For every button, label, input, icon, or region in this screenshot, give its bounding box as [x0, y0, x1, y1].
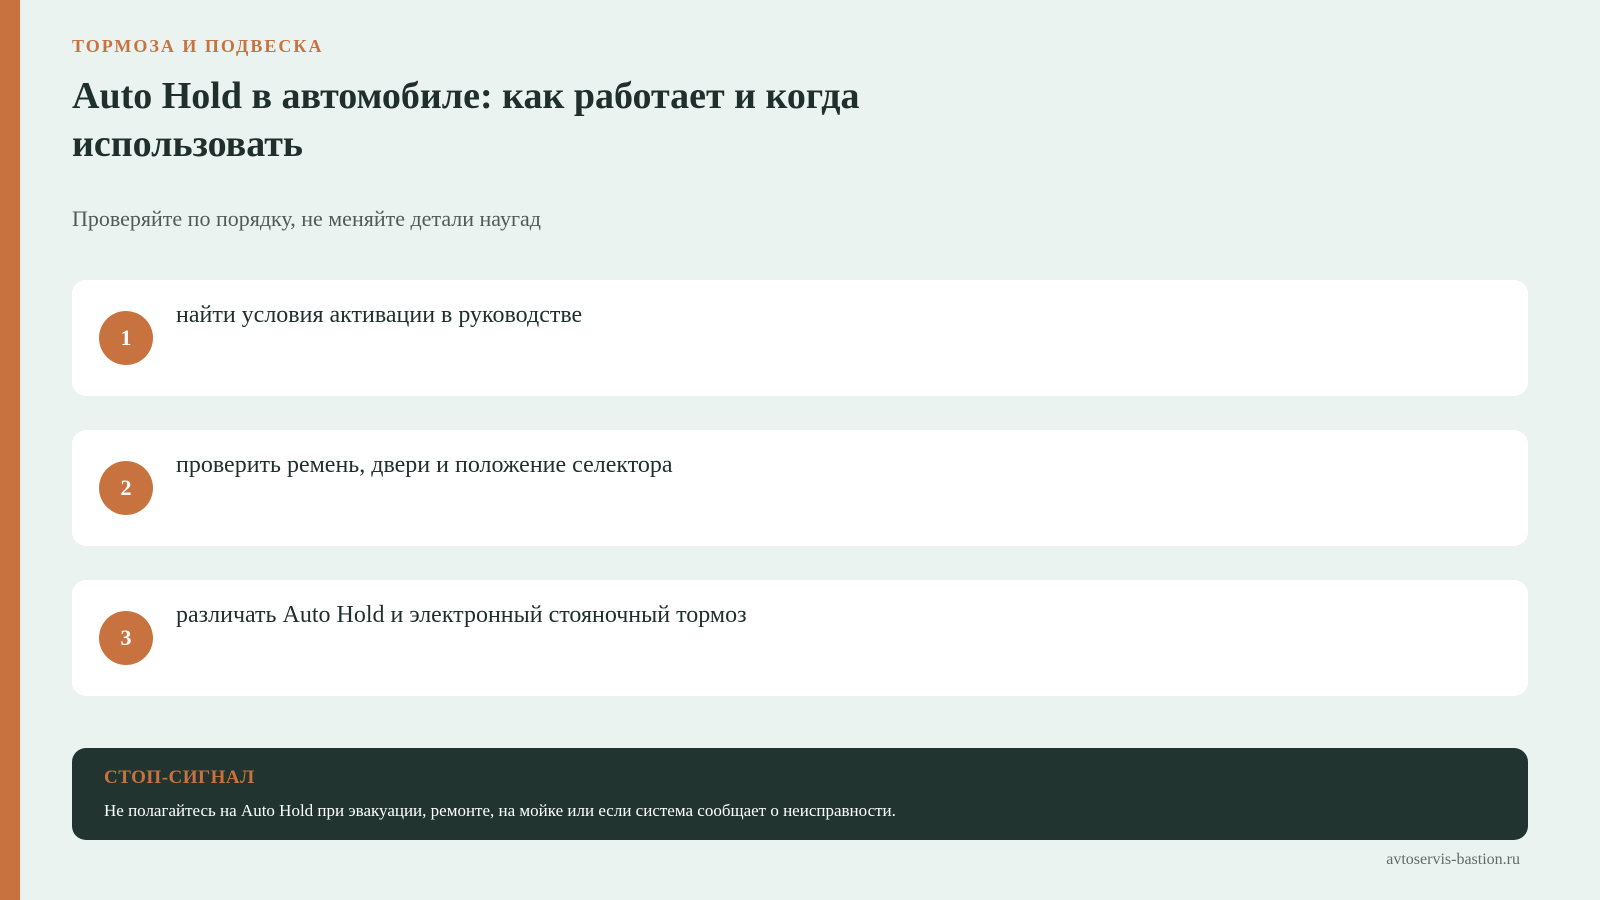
warning-panel: СТОП-СИГНАЛ Не полагайтесь на Auto Hold …: [72, 748, 1528, 840]
step-card-2: 2 проверить ремень, двери и положение се…: [72, 430, 1528, 546]
step-text: найти условия активации в руководстве: [176, 302, 583, 328]
step-text: проверить ремень, двери и положение селе…: [176, 452, 673, 478]
step-text: различать Auto Hold и электронный стояно…: [176, 602, 747, 628]
step-number-badge: 1: [99, 311, 153, 365]
step-number-badge: 3: [99, 611, 153, 665]
category-label: ТОРМОЗА И ПОДВЕСКА: [72, 36, 324, 56]
page-title: Auto Hold в автомобиле: как работает и к…: [72, 75, 860, 165]
step-card-1: 1 найти условия активации в руководстве: [72, 280, 1528, 396]
warning-text: Не полагайтесь на Auto Hold при эвакуаци…: [104, 801, 896, 820]
step-card-3: 3 различать Auto Hold и электронный стоя…: [72, 580, 1528, 696]
left-accent-bar: [0, 0, 20, 900]
steps-list: 1 найти условия активации в руководстве …: [72, 280, 1528, 730]
page-subtitle: Проверяйте по порядку, не меняйте детали…: [72, 206, 541, 231]
page-content: ТОРМОЗА И ПОДВЕСКА Auto Hold в автомобил…: [72, 0, 1528, 900]
step-number-badge: 2: [99, 461, 153, 515]
warning-title: СТОП-СИГНАЛ: [104, 767, 255, 788]
site-url: avtoservis-bastion.ru: [1386, 851, 1520, 868]
